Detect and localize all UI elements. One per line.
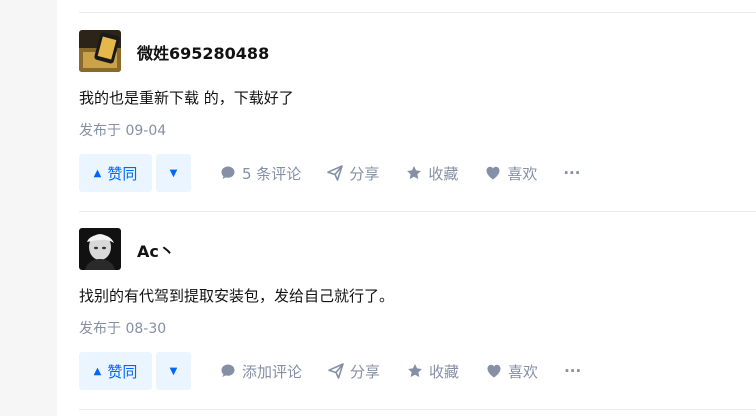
like-label: 喜欢 [508, 362, 539, 381]
comment-button[interactable]: 5 条评论 [220, 163, 301, 184]
upvote-label: 赞同 [107, 164, 138, 183]
avatar-image [79, 228, 121, 270]
comment-icon [221, 166, 235, 179]
publish-date[interactable]: 发布于 08-30 [79, 318, 166, 338]
comment-button[interactable]: 添加评论 [220, 361, 302, 382]
divider [79, 409, 756, 410]
downvote-button[interactable]: ▼ [156, 352, 191, 390]
answer-content: 我的也是重新下载 的，下载好了 [79, 89, 294, 107]
author-name[interactable]: Ac丶 [137, 238, 175, 262]
share-button[interactable]: 分享 [327, 163, 379, 184]
answer-content: 找别的有代驾到提取安装包，发给自己就行了。 [79, 287, 395, 305]
upvote-button[interactable]: ▲ 赞同 [79, 154, 152, 192]
triangle-up-icon: ▲ [93, 365, 102, 377]
collect-label: 收藏 [429, 362, 460, 381]
more-button[interactable]: ··· [563, 164, 580, 182]
triangle-down-icon: ▼ [169, 365, 178, 377]
star-icon [407, 166, 422, 179]
heart-icon [486, 166, 500, 180]
triangle-down-icon: ▼ [169, 167, 178, 179]
like-button[interactable]: 喜欢 [485, 163, 537, 184]
comment-icon [221, 364, 235, 377]
upvote-label: 赞同 [107, 362, 138, 381]
share-button[interactable]: 分享 [328, 361, 380, 382]
comment-label: 添加评论 [242, 362, 303, 381]
action-bar: ▲ 赞同 ▼ 5 条评论 分享 收藏 喜欢 ··· [79, 154, 580, 192]
more-button[interactable]: ··· [564, 362, 581, 380]
like-label: 喜欢 [507, 164, 538, 183]
upvote-button[interactable]: ▲ 赞同 [79, 352, 152, 390]
like-button[interactable]: 喜欢 [486, 361, 538, 382]
author-name[interactable]: 微姓695280488 [137, 40, 269, 64]
send-icon [327, 165, 344, 181]
answer-list: 微姓695280488 我的也是重新下载 的，下载好了 发布于 09-04 ▲ … [57, 0, 756, 416]
more-icon: ··· [563, 164, 581, 182]
comment-label: 5 条评论 [242, 164, 302, 183]
avatar-image [79, 30, 121, 72]
more-icon: ··· [564, 362, 582, 380]
publish-date[interactable]: 发布于 09-04 [79, 120, 166, 140]
avatar[interactable] [79, 30, 121, 72]
divider [79, 12, 756, 13]
downvote-button[interactable]: ▼ [156, 154, 191, 192]
collect-label: 收藏 [428, 164, 459, 183]
send-icon [328, 363, 344, 379]
collect-button[interactable]: 收藏 [407, 361, 459, 382]
divider [79, 211, 756, 212]
triangle-up-icon: ▲ [93, 167, 102, 179]
star-icon [408, 364, 422, 377]
heart-icon [487, 364, 501, 378]
collect-button[interactable]: 收藏 [406, 163, 458, 184]
share-label: 分享 [349, 164, 380, 183]
action-bar: ▲ 赞同 ▼ 添加评论 分享 收藏 喜欢 ··· [79, 352, 581, 390]
share-label: 分享 [350, 362, 381, 381]
avatar[interactable] [79, 228, 121, 270]
